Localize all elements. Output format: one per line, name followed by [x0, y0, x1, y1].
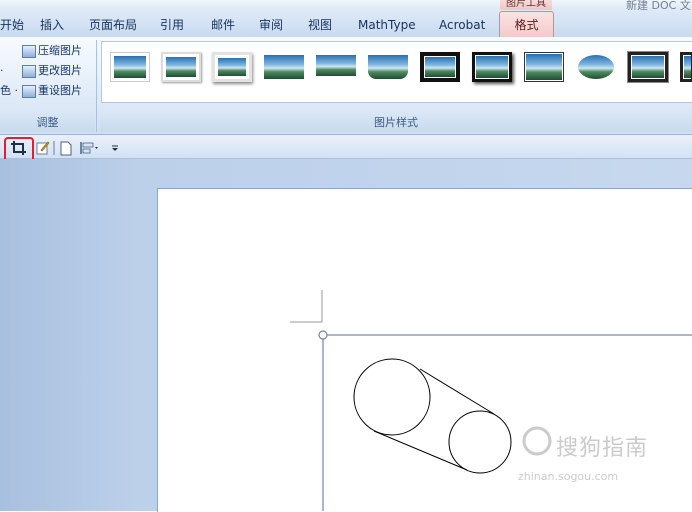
cylinder-right-end: [448, 410, 512, 474]
cylinder-bottom-edge: [373, 430, 468, 471]
cylinder-drawing: [353, 358, 512, 474]
cylinder-left-end: [353, 358, 431, 436]
margin-corner-mark: [290, 290, 323, 323]
cylinder-top-edge: [419, 368, 495, 415]
watermark-text: 搜狗指南: [556, 436, 649, 461]
watermark-url: zhinan.sogou.com: [518, 470, 619, 483]
watermark-logo: [522, 426, 552, 456]
selection-handle: [318, 330, 328, 340]
